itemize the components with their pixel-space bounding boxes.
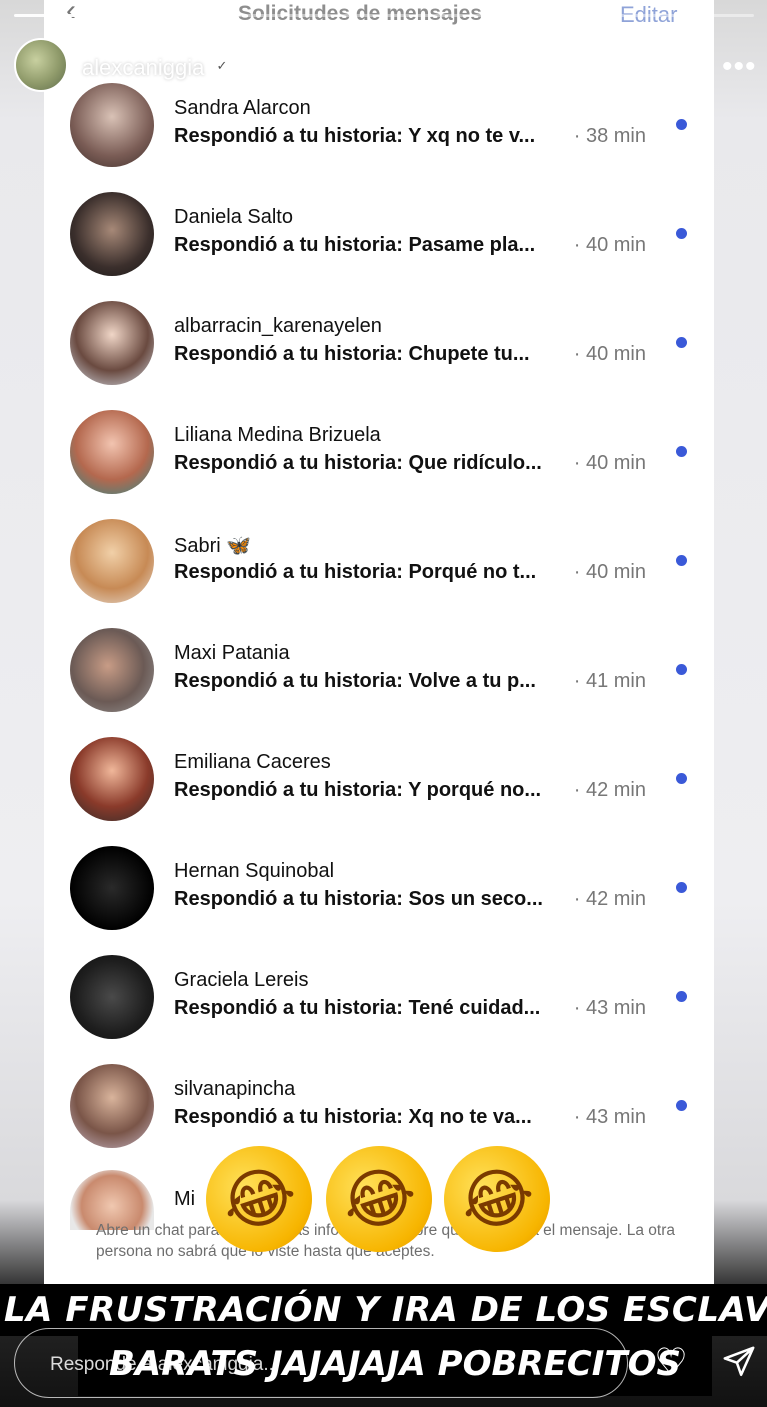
sender-name: Sabri 🦋 <box>174 535 252 557</box>
message-request-row[interactable]: Sandra Alarcon Respondió a tu historia: Y… <box>70 83 700 173</box>
story-username[interactable]: alexcaniggia <box>82 55 204 81</box>
progress-segment <box>184 14 223 17</box>
avatar <box>70 1064 154 1148</box>
message-time: · 41 min <box>573 670 646 692</box>
sender-name: silvanapincha <box>174 1078 296 1100</box>
progress-segment <box>14 14 52 17</box>
avatar <box>70 628 154 712</box>
message-preview: Respondió a tu historia: Xq no te va... <box>174 1106 532 1128</box>
avatar <box>70 846 154 930</box>
unread-dot-icon <box>676 882 687 893</box>
message-preview: Respondió a tu historia: Que ridículo... <box>174 452 542 474</box>
unread-dot-icon <box>676 228 687 239</box>
message-preview: Respondió a tu historia: Y xq no te v... <box>174 125 536 147</box>
unread-dot-icon <box>676 991 687 1002</box>
unread-dot-icon <box>676 446 687 457</box>
message-time: · 40 min <box>573 234 646 256</box>
message-request-row[interactable]: Graciela Lereis Respondió a tu historia: … <box>70 955 700 1045</box>
avatar <box>70 410 154 494</box>
sender-name: Sandra Alarcon <box>174 97 311 119</box>
message-request-row[interactable]: Maxi Patania Respondió a tu historia: Vol… <box>70 628 700 718</box>
avatar <box>70 955 154 1039</box>
progress-segment <box>141 14 180 17</box>
sender-name: Graciela Lereis <box>174 969 309 991</box>
sender-name: Hernan Squinobal <box>174 860 335 882</box>
message-time: · 38 min <box>573 125 646 147</box>
partial-sender-name: Mi <box>174 1188 196 1210</box>
unread-dot-icon <box>676 773 687 784</box>
story-author-avatar[interactable] <box>14 38 68 92</box>
message-request-row[interactable]: Daniela Salto Respondió a tu historia: Pa… <box>70 192 700 282</box>
message-request-row[interactable]: Emiliana Caceres Respondió a tu historia:… <box>70 737 700 827</box>
message-request-row[interactable]: albarracin_karenayelen Respondió a tu his… <box>70 301 700 391</box>
progress-segment <box>99 14 137 17</box>
message-preview: Respondió a tu historia: Y porqué no... <box>174 779 542 801</box>
avatar <box>70 301 154 385</box>
message-preview: Respondió a tu historia: Porqué no t... <box>174 561 537 583</box>
avatar <box>70 83 154 167</box>
message-preview: Respondió a tu historia: Pasame pla... <box>174 234 536 256</box>
message-time: · 42 min <box>573 888 646 910</box>
story-progress-bar <box>14 14 754 18</box>
message-time: · 42 min <box>573 779 646 801</box>
more-options-icon[interactable]: ••• <box>722 50 757 84</box>
message-request-row[interactable]: Hernan Squinobal Respondió a tu historia:… <box>70 846 700 936</box>
heart-icon[interactable]: ♡ <box>654 1340 688 1385</box>
verified-badge-icon: ✓ <box>212 56 232 76</box>
reply-placeholder: Responde a alexcaniggia... <box>50 1354 280 1375</box>
message-request-row[interactable]: Liliana Medina Brizuela Respondió a tu hi… <box>70 410 700 500</box>
message-time: · 43 min <box>573 997 646 1019</box>
sender-name: Emiliana Caceres <box>174 751 331 773</box>
message-preview: Respondió a tu historia: Tené cuidad... <box>174 997 541 1019</box>
avatar <box>70 192 154 276</box>
unread-dot-icon <box>676 664 687 675</box>
sender-name: Daniela Salto <box>174 206 293 228</box>
message-time: · 40 min <box>573 452 646 474</box>
unread-dot-icon <box>676 119 687 130</box>
story-time-ago: 11 h <box>248 55 290 80</box>
progress-segment <box>56 14 95 17</box>
unread-dot-icon <box>676 337 687 348</box>
avatar <box>70 737 154 821</box>
message-request-row[interactable]: silvanapincha Respondió a tu historia: Xq… <box>70 1064 700 1154</box>
message-preview: Respondió a tu historia: Volve a tu p... <box>174 670 536 692</box>
unread-dot-icon <box>676 1100 687 1111</box>
progress-segment-current <box>227 14 754 17</box>
message-time: · 40 min <box>573 561 646 583</box>
sender-name: Maxi Patania <box>174 642 290 664</box>
message-time: · 43 min <box>573 1106 646 1128</box>
sender-name: albarracin_karenayelen <box>174 315 382 337</box>
unread-dot-icon <box>676 555 687 566</box>
avatar <box>70 519 154 603</box>
sender-name: Liliana Medina Brizuela <box>174 424 381 446</box>
message-request-row[interactable]: Sabri 🦋 Respondió a tu historia: Porqué n… <box>70 519 700 609</box>
message-preview: Respondió a tu historia: Chupete tu... <box>174 343 530 365</box>
send-icon[interactable] <box>722 1345 756 1379</box>
play-icon[interactable] <box>668 54 688 78</box>
message-preview: Respondió a tu historia: Sos un seco... <box>174 888 543 910</box>
message-time: · 40 min <box>573 343 646 365</box>
